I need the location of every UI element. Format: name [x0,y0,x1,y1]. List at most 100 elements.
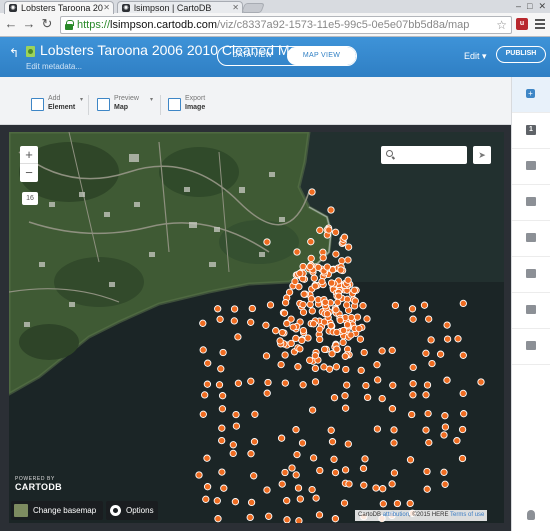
map-point-marker[interactable] [388,346,396,355]
map-point-marker[interactable] [199,319,207,327]
filter-tab[interactable] [512,329,550,365]
map-point-marker[interactable] [331,468,340,477]
map-point-marker[interactable] [327,279,336,287]
map-point-marker[interactable] [321,298,329,306]
edit-metadata-link[interactable]: Edit metadata... [26,62,82,71]
bookmark-star-icon[interactable]: ☆ [496,17,507,33]
reload-icon[interactable]: ↻ [40,17,54,31]
add-element-button[interactable]: Add Element ▾ [31,95,83,117]
map-point-marker[interactable] [218,405,227,413]
map-point-marker[interactable] [214,305,222,313]
map-point-marker[interactable] [338,257,346,265]
map-point-marker[interactable] [298,439,307,447]
map-point-marker[interactable] [218,468,226,476]
map-point-marker[interactable] [246,513,254,522]
map-point-marker[interactable] [363,393,372,402]
map-point-marker[interactable] [393,499,402,508]
map-point-marker[interactable] [278,328,286,337]
map-point-marker[interactable] [422,349,430,357]
map-point-marker[interactable] [373,361,381,369]
map-point-marker[interactable] [285,288,294,296]
map-point-marker[interactable] [379,485,387,493]
map-point-marker[interactable] [220,484,228,492]
map-point-marker[interactable] [340,499,349,507]
map-point-marker[interactable] [428,359,436,368]
map-point-marker[interactable] [342,365,350,374]
map-point-marker[interactable] [337,266,345,274]
map-point-marker[interactable] [332,306,340,314]
map-point-marker[interactable] [330,455,338,463]
map-point-marker[interactable] [316,335,324,344]
map-point-marker[interactable] [335,292,343,300]
map-point-marker[interactable] [343,301,351,309]
map-point-marker[interactable] [277,434,286,442]
map-point-marker[interactable] [378,394,386,403]
wizard-tab[interactable] [512,185,550,221]
map-point-marker[interactable] [409,363,417,372]
map-point-marker[interactable] [230,317,238,325]
map-point-marker[interactable] [388,405,397,413]
map-point-marker[interactable] [420,301,429,309]
close-window-icon[interactable]: ✕ [538,1,546,12]
map-point-marker[interactable] [343,321,352,329]
map-point-marker[interactable] [320,363,328,371]
map-point-marker[interactable] [298,336,306,345]
map-point-marker[interactable] [309,454,318,462]
map-point-marker[interactable] [283,516,291,523]
map-point-marker[interactable] [280,309,289,317]
map-point-marker[interactable] [311,282,319,290]
export-image-button[interactable]: Export Image [168,95,218,117]
map-point-marker[interactable] [334,298,342,306]
publish-button[interactable]: PUBLISH [496,46,546,63]
map-point-marker[interactable] [351,297,359,305]
map-point-marker[interactable] [234,379,243,387]
map-point-marker[interactable] [390,469,399,477]
map-point-marker[interactable] [308,307,316,315]
map-point-marker[interactable] [423,467,431,476]
map-point-marker[interactable] [294,363,302,371]
zoom-in-button[interactable]: + [20,146,38,164]
map-point-marker[interactable] [460,410,468,418]
map-point-marker[interactable] [389,381,397,389]
map-point-marker[interactable] [333,328,341,337]
map-point-marker[interactable] [443,335,452,343]
map-point-marker[interactable] [316,466,324,475]
map-point-marker[interactable] [203,454,211,462]
map-point-marker[interactable] [409,315,417,323]
map-point-marker[interactable] [283,319,291,328]
infowindow-tab[interactable] [512,221,550,257]
map-point-marker[interactable] [195,471,203,479]
map-point-marker[interactable] [459,299,467,308]
map-point-marker[interactable] [374,376,382,384]
map-point-marker[interactable] [347,331,355,339]
map-point-marker[interactable] [359,302,367,310]
map-point-marker[interactable] [276,337,284,345]
map-canvas[interactable]: + − 16 ➤ POWERED BY CARTODB Change basem… [9,132,504,523]
map-point-marker[interactable] [363,315,371,323]
map-point-marker[interactable] [341,352,349,360]
map-point-marker[interactable] [218,436,226,445]
map-point-marker[interactable] [250,438,259,446]
map-point-marker[interactable] [408,305,417,313]
map-point-marker[interactable] [336,316,344,324]
map-point-marker[interactable] [441,423,450,431]
map-point-marker[interactable] [339,338,347,347]
map-point-marker[interactable] [406,456,415,464]
map-point-marker[interactable] [425,315,433,323]
map-point-marker[interactable] [373,425,382,433]
map-point-marker[interactable] [232,410,240,419]
map-point-marker[interactable] [248,304,256,313]
map-point-marker[interactable] [219,348,227,357]
map-point-marker[interactable] [378,347,386,355]
sql-tab[interactable] [512,149,550,185]
map-point-marker[interactable] [424,409,432,418]
map-point-marker[interactable] [293,450,301,459]
map-point-marker[interactable] [409,391,417,399]
map-point-marker[interactable] [436,350,445,358]
map-point-marker[interactable] [277,360,285,369]
map-point-marker[interactable] [379,500,387,508]
browser-menu-icon[interactable] [535,18,545,30]
map-point-marker[interactable] [316,226,324,234]
map-point-marker[interactable] [344,276,352,284]
map-point-marker[interactable] [406,499,414,508]
